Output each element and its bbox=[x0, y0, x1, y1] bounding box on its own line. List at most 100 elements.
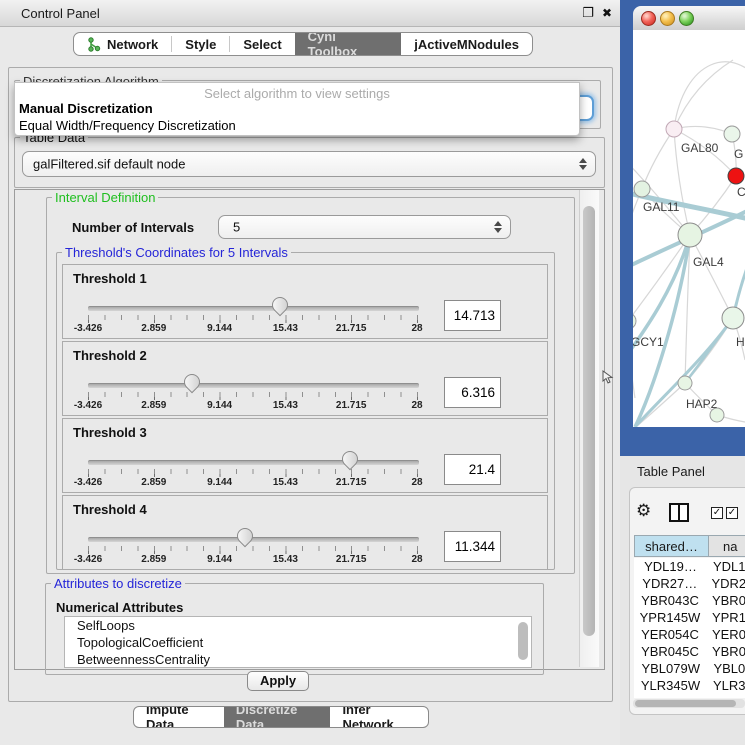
split-view-icon[interactable] bbox=[669, 503, 689, 522]
table-row[interactable]: YBL079WYBL0 bbox=[634, 660, 745, 677]
network-canvas[interactable]: GAL80 G C GAL11 GAL4 GCY1 H HAP2 bbox=[633, 30, 745, 427]
threshold-3-value-field[interactable]: 21.4 bbox=[444, 454, 501, 485]
minimize-traffic-light-icon[interactable] bbox=[660, 11, 675, 26]
table-row[interactable]: YBR045CYBR0 bbox=[634, 643, 745, 660]
node-gal80[interactable] bbox=[666, 121, 682, 137]
number-of-intervals-value: 5 bbox=[233, 220, 240, 235]
vertical-scrollbar[interactable] bbox=[579, 190, 599, 667]
slider-minor-ticks bbox=[88, 392, 419, 397]
node-label-g: G bbox=[734, 147, 743, 161]
threshold-3-slider-track[interactable] bbox=[88, 460, 419, 465]
algorithm-dropdown-popup: Select algorithm to view settings Manual… bbox=[14, 82, 580, 136]
threshold-2-slider-track[interactable] bbox=[88, 383, 419, 388]
node-g[interactable] bbox=[724, 126, 740, 142]
tab-discretize-data[interactable]: Discretize Data bbox=[224, 707, 331, 727]
node-red-selected[interactable] bbox=[728, 168, 744, 184]
threshold-2-label: Threshold 2 bbox=[73, 348, 147, 363]
threshold-4-value-field[interactable]: 11.344 bbox=[444, 531, 501, 562]
table-row[interactable]: YLR345WYLR3 bbox=[634, 677, 745, 694]
tick-label: 15.43 bbox=[273, 323, 298, 334]
threshold-4-slider-thumb[interactable] bbox=[233, 525, 256, 548]
tab-impute-data[interactable]: Impute Data bbox=[134, 707, 224, 727]
threshold-1-slider-thumb[interactable] bbox=[269, 294, 292, 317]
tick-label: 9.144 bbox=[207, 400, 232, 411]
list-scrollbar-thumb[interactable] bbox=[518, 622, 528, 660]
gear-icon[interactable]: ⚙ bbox=[636, 502, 651, 519]
horizontal-scrollbar-thumb[interactable] bbox=[635, 700, 736, 707]
tick-label: 21.715 bbox=[336, 400, 367, 411]
table-row[interactable]: YPR145WYPR1 bbox=[634, 609, 745, 626]
tick-label: 28 bbox=[411, 400, 422, 411]
table-row[interactable]: YDR27…YDR2 bbox=[634, 575, 745, 592]
tick-label: -3.426 bbox=[74, 554, 102, 565]
threshold-3-slider-thumb[interactable] bbox=[339, 448, 362, 471]
tab-jactivemnodules[interactable]: jActiveMNodules bbox=[401, 33, 532, 55]
table-rows: YDL19…YDL1 YDR27…YDR2 YBR043CYBR0 YPR145… bbox=[634, 558, 745, 698]
number-of-intervals-spinner[interactable]: 5 bbox=[218, 215, 511, 239]
tick-label: -3.426 bbox=[74, 477, 102, 488]
apply-button[interactable]: Apply bbox=[247, 671, 309, 691]
combo-arrows-icon bbox=[578, 158, 586, 170]
dropdown-option-equal-width[interactable]: Equal Width/Frequency Discretization bbox=[18, 118, 576, 135]
threshold-4-row: Threshold 4 -3.426 2.859 9.144 15.43 21.… bbox=[62, 495, 548, 570]
node-label-gal80: GAL80 bbox=[681, 141, 719, 155]
list-item-betweennesscentrality[interactable]: BetweennessCentrality bbox=[65, 651, 531, 668]
checkbox-icon[interactable]: ✓ bbox=[726, 507, 738, 519]
threshold-2-slider-thumb[interactable] bbox=[180, 371, 203, 394]
tick-label: 21.715 bbox=[336, 323, 367, 334]
threshold-1-row: Threshold 1 -3.426 2.859 9.144 15.43 21.… bbox=[62, 264, 548, 339]
column-header-shared[interactable]: shared… bbox=[634, 535, 709, 557]
node-gcy1[interactable] bbox=[633, 313, 636, 329]
tick-label: -3.426 bbox=[74, 400, 102, 411]
tab-infer-network[interactable]: Infer Network bbox=[330, 707, 428, 727]
tick-label: 9.144 bbox=[207, 323, 232, 334]
window-title: Control Panel bbox=[21, 6, 100, 21]
table-row[interactable]: YBR043CYBR0 bbox=[634, 592, 745, 609]
list-item-selfloops[interactable]: SelfLoops bbox=[65, 617, 531, 634]
threshold-2-value-field[interactable]: 6.316 bbox=[444, 377, 501, 408]
tick-label: 2.859 bbox=[141, 323, 166, 334]
tab-network[interactable]: Network bbox=[74, 33, 171, 55]
dropdown-hint-option[interactable]: Select algorithm to view settings bbox=[15, 86, 579, 101]
table-row[interactable]: YER054CYER0 bbox=[634, 626, 745, 643]
node-label-gcy1: GCY1 bbox=[633, 335, 664, 349]
close-window-icon[interactable]: ✖ bbox=[600, 6, 614, 20]
tab-network-label: Network bbox=[107, 37, 158, 52]
node-label-c: C bbox=[737, 185, 745, 199]
tab-style[interactable]: Style bbox=[172, 33, 229, 55]
node-gal4[interactable] bbox=[678, 223, 702, 247]
bottom-tab-bar: Impute Data Discretize Data Infer Networ… bbox=[133, 706, 429, 728]
node-hap2[interactable] bbox=[678, 376, 692, 390]
table-panel: Table Panel ⚙ ✓ ✓ shared… na YDL19…YDL1 … bbox=[620, 456, 745, 745]
checkbox-icon[interactable]: ✓ bbox=[711, 507, 723, 519]
threshold-4-slider-track[interactable] bbox=[88, 537, 419, 542]
table-data-combobox[interactable]: galFiltered.sif default node bbox=[22, 151, 596, 177]
threshold-1-slider-track[interactable] bbox=[88, 306, 419, 311]
threshold-3-row: Threshold 3 -3.426 2.859 9.144 15.43 21.… bbox=[62, 418, 548, 493]
node-gal11[interactable] bbox=[634, 181, 650, 197]
node-label-gal4: GAL4 bbox=[693, 255, 724, 269]
table-row[interactable]: YDL19…YDL1 bbox=[634, 558, 745, 575]
tick-label: -3.426 bbox=[74, 323, 102, 334]
list-item-topologicalcoefficient[interactable]: TopologicalCoefficient bbox=[65, 634, 531, 651]
table-row[interactable]: YIL052CYIL0 bbox=[634, 694, 745, 698]
tick-label: 2.859 bbox=[141, 400, 166, 411]
close-traffic-light-icon[interactable] bbox=[641, 11, 656, 26]
dropdown-option-manual-discretization[interactable]: Manual Discretization bbox=[18, 101, 576, 118]
node-h[interactable] bbox=[722, 307, 744, 329]
attributes-group-label: Attributes to discretize bbox=[51, 576, 185, 591]
column-header-name[interactable]: na bbox=[708, 535, 745, 557]
threshold-1-value-field[interactable]: 14.713 bbox=[444, 300, 501, 331]
tick-label: 15.43 bbox=[273, 554, 298, 565]
network-icon bbox=[87, 37, 101, 52]
float-window-icon[interactable]: ❐ bbox=[581, 6, 595, 20]
horizontal-scrollbar[interactable] bbox=[633, 699, 745, 708]
thresholds-group-label: Threshold's Coordinates for 5 Intervals bbox=[62, 245, 291, 260]
zoom-traffic-light-icon[interactable] bbox=[679, 11, 694, 26]
tab-cyni-toolbox[interactable]: Cyni Toolbox bbox=[295, 33, 402, 55]
vertical-scrollbar-thumb[interactable] bbox=[583, 206, 595, 636]
tick-label: 9.144 bbox=[207, 477, 232, 488]
node-label-hap2: HAP2 bbox=[686, 397, 718, 411]
tab-select[interactable]: Select bbox=[230, 33, 294, 55]
network-window-titlebar bbox=[633, 6, 745, 31]
